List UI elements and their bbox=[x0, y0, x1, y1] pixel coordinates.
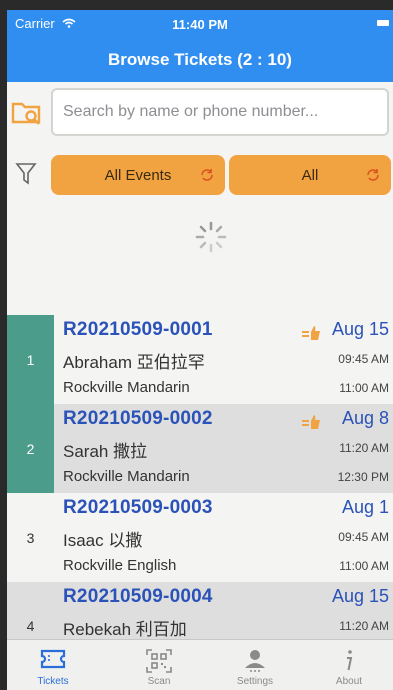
ticket-number: R20210509-0002 bbox=[63, 408, 213, 429]
person-name: Sarah 撒拉 bbox=[63, 442, 148, 461]
folder-search-icon[interactable] bbox=[11, 98, 43, 128]
status-time: 11:40 PM bbox=[172, 17, 228, 32]
events-filter-label: All Events bbox=[104, 166, 172, 184]
person-icon bbox=[245, 650, 265, 672]
tab-about[interactable]: About bbox=[309, 640, 389, 690]
tab-label: Tickets bbox=[37, 676, 69, 687]
start-time: 09:45 AM bbox=[338, 530, 389, 544]
ticket-number: R20210509-0004 bbox=[63, 586, 213, 607]
person-name: Isaac 以撒 bbox=[63, 531, 143, 550]
tab-label: About bbox=[335, 676, 363, 687]
refresh-icon bbox=[201, 169, 213, 181]
start-time: 11:20 AM bbox=[339, 619, 389, 633]
event-name: Rockville English bbox=[63, 557, 177, 574]
search-row bbox=[7, 86, 393, 142]
thumbs-up-list-icon bbox=[302, 326, 320, 340]
event-name: Rockville Mandarin bbox=[63, 379, 190, 396]
ticket-number: R20210509-0001 bbox=[63, 319, 213, 340]
filter-row: All Events All bbox=[7, 153, 393, 197]
loading-spinner-icon bbox=[195, 221, 227, 253]
ticket-row[interactable]: 1 R20210509-0001 Aug 15 Abraham 亞伯拉罕 09:… bbox=[7, 315, 393, 404]
page-title: Browse Tickets (2 : 10) bbox=[108, 50, 292, 69]
tab-scan[interactable]: Scan bbox=[119, 640, 199, 690]
end-time: 11:00 AM bbox=[339, 381, 389, 395]
person-name: Rebekah 利百加 bbox=[63, 620, 187, 639]
ticket-number: R20210509-0003 bbox=[63, 497, 213, 518]
end-time: 12:30 PM bbox=[337, 470, 389, 484]
start-time: 09:45 AM bbox=[338, 352, 389, 366]
tab-tickets[interactable]: Tickets bbox=[13, 640, 93, 690]
navigation-header: Carrier 11:40 PM Browse Tickets (2 : 10) bbox=[7, 10, 393, 82]
ticket-date: Aug 1 bbox=[341, 497, 389, 517]
ticket-date: Aug 15 bbox=[331, 319, 389, 339]
status-filter-label: All bbox=[301, 166, 319, 184]
event-name: Rockville Mandarin bbox=[63, 468, 190, 485]
qr-code-icon bbox=[146, 649, 172, 673]
ticket-row[interactable]: 2 R20210509-0002 Aug 8 Sarah 撒拉 11:20 AM… bbox=[7, 404, 393, 493]
end-time: 11:00 AM bbox=[339, 559, 389, 573]
events-filter-button[interactable]: All Events bbox=[51, 155, 225, 195]
refresh-icon bbox=[367, 169, 379, 181]
battery-icon bbox=[377, 20, 389, 26]
person-name: Abraham 亞伯拉罕 bbox=[63, 353, 205, 372]
start-time: 11:20 AM bbox=[339, 441, 389, 455]
row-number: 3 bbox=[26, 529, 35, 546]
app-screen: Carrier 11:40 PM Browse Tickets (2 : 10)… bbox=[7, 10, 393, 690]
thumbs-up-list-icon bbox=[302, 415, 320, 429]
search-input[interactable] bbox=[51, 88, 389, 136]
tab-bar: Tickets Scan Settings About bbox=[7, 639, 393, 690]
tab-label: Settings bbox=[236, 676, 274, 687]
ticket-date: Aug 8 bbox=[341, 408, 389, 428]
filter-icon[interactable] bbox=[15, 161, 37, 187]
ticket-date: Aug 15 bbox=[331, 586, 389, 606]
info-icon bbox=[347, 650, 353, 671]
status-filter-button[interactable]: All bbox=[229, 155, 391, 195]
tab-label: Scan bbox=[147, 676, 171, 687]
row-number: 1 bbox=[7, 315, 54, 404]
row-number: 2 bbox=[7, 404, 54, 493]
tab-settings[interactable]: Settings bbox=[215, 640, 295, 690]
ticket-icon bbox=[40, 649, 66, 669]
ticket-row[interactable]: 3 R20210509-0003 Aug 1 Isaac 以撒 09:45 AM… bbox=[7, 493, 393, 582]
